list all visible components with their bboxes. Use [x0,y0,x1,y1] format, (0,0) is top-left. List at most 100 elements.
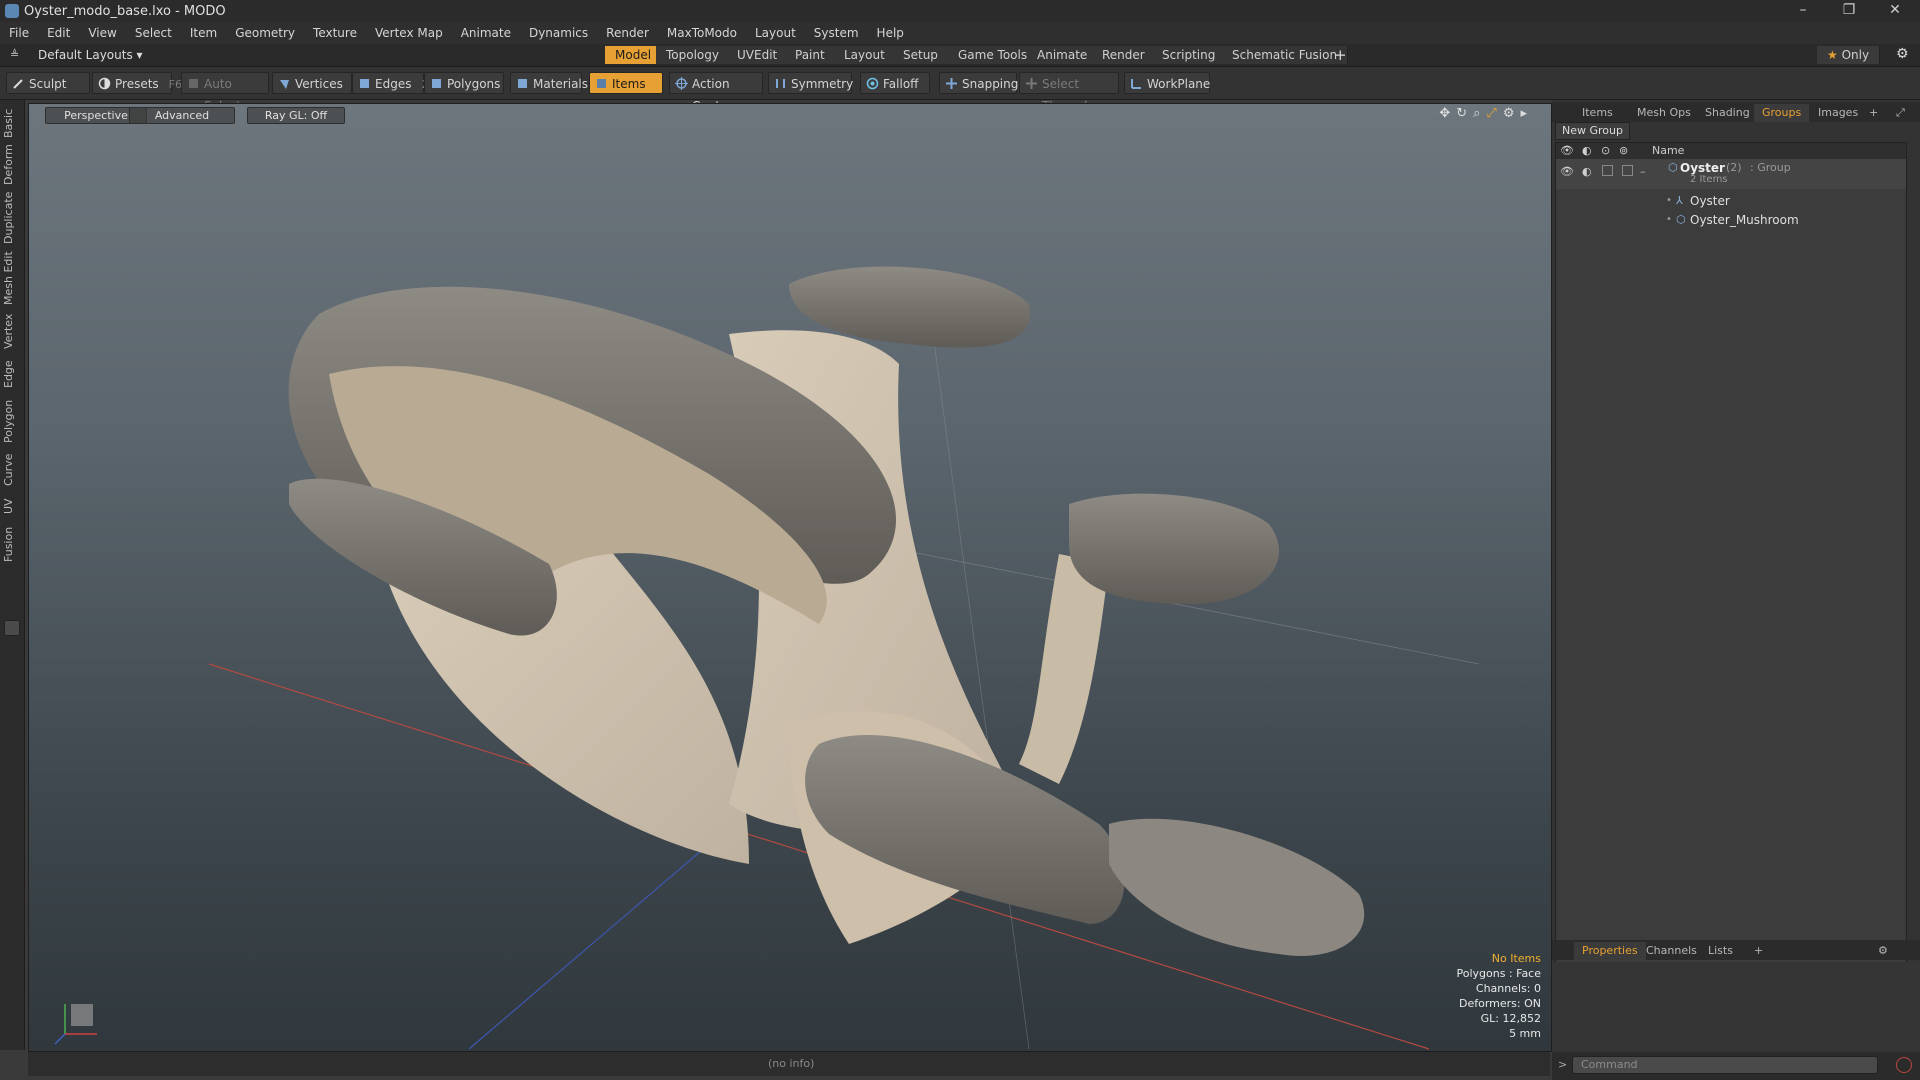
groups-list-header: 👁 ◐ ⊙ ⊚ Name [1556,143,1906,159]
sculpt-button[interactable]: Sculpt [6,72,90,94]
layout-selector[interactable]: Default Layouts ▾ [38,48,143,62]
workplane-button[interactable]: WorkPlane [1124,72,1210,94]
group-child-row[interactable]: • ⬡ Oyster_Mushroom [1556,211,1906,229]
action-center-icon [675,77,688,90]
menu-maxtomodo[interactable]: MaxToModo [658,22,746,44]
menu-file[interactable]: File [0,22,38,44]
tab-properties[interactable]: Properties [1574,942,1646,960]
tab-curve[interactable]: Curve [2,450,22,490]
menu-dynamics[interactable]: Dynamics [520,22,597,44]
mushroom-cap-shape [1109,818,1365,956]
tab-layout[interactable]: Layout [834,46,896,64]
auto-select-button[interactable]: Auto Select [181,72,269,113]
items-button[interactable]: Items [589,72,663,94]
close-icon[interactable]: ✕ [1872,0,1918,22]
add-layout-tab-icon[interactable]: + [1334,46,1347,64]
tab-channels[interactable]: Channels [1638,942,1705,960]
render-col-icon[interactable]: ◐ [1582,144,1592,157]
add-tab-icon[interactable]: + [1746,942,1771,960]
select-through-button[interactable]: Select Through [1019,72,1119,113]
action-center-button[interactable]: Action Center [669,72,763,113]
group-row-oyster[interactable]: 👁 ◐ – ⬡ Oyster (2) : Group 2 Items [1556,159,1906,189]
presets-button[interactable]: Presets F6 [92,72,182,94]
menu-item[interactable]: Item [181,22,226,44]
items-label: Items [612,77,646,91]
select-checkbox[interactable] [1622,165,1633,176]
expand-panel-icon[interactable]: ⤢ [1888,104,1913,122]
select-col-icon[interactable]: ⊚ [1619,144,1628,157]
auto-select-icon [189,79,198,88]
only-toggle[interactable]: ★ Only [1817,46,1881,64]
tab-uv[interactable]: UV [2,494,22,518]
tab-game-tools[interactable]: Game Tools [948,46,1039,64]
group-child-row[interactable]: • ⅄ Oyster [1556,192,1906,210]
panel-options-icon[interactable]: ⚙ [1870,942,1896,960]
polygons-button[interactable]: Polygons [424,72,504,94]
tab-basic[interactable]: Basic [2,106,22,140]
layout-collapse-icon[interactable]: ≜ [10,48,19,61]
render-toggle-icon[interactable]: ◐ [1582,165,1592,178]
vertices-button[interactable]: Vertices1 [272,72,360,94]
record-icon[interactable] [1896,1057,1912,1073]
snapping-button[interactable]: Snapping [939,72,1019,94]
tab-polygon[interactable]: Polygon [2,396,22,446]
tab-shading[interactable]: Shading [1697,104,1758,122]
edges-label: Edges [375,77,412,91]
materials-icon [518,79,527,88]
gear-icon[interactable]: ⚙ [1896,46,1909,62]
tab-uvedit[interactable]: UVEdit [727,46,789,64]
menu-help[interactable]: Help [868,22,913,44]
new-group-button[interactable]: New Group [1555,122,1630,140]
items-icon [597,79,606,88]
tab-fusion[interactable]: Fusion [2,522,22,566]
restore-icon[interactable]: ❐ [1826,0,1872,22]
materials-button[interactable]: Materials [510,72,588,94]
tab-duplicate[interactable]: Duplicate [2,190,22,246]
tab-topology[interactable]: Topology [656,46,730,64]
menu-geometry[interactable]: Geometry [226,22,304,44]
tab-lists[interactable]: Lists [1700,942,1741,960]
menu-system[interactable]: System [805,22,868,44]
tab-groups[interactable]: Groups [1754,104,1810,122]
symmetry-button[interactable]: Symmetry [768,72,853,94]
tab-render[interactable]: Render [1092,46,1156,64]
tab-model[interactable]: Model [605,46,663,64]
toggle-panel-icon[interactable] [4,620,20,636]
menu-render[interactable]: Render [597,22,658,44]
polygons-label: Polygons [447,77,501,91]
left-tool-tabs: Basic Deform Duplicate Mesh Edit Vertex … [0,100,25,1050]
tab-animate[interactable]: Animate [1027,46,1099,64]
lock-checkbox[interactable] [1602,165,1613,176]
command-input[interactable]: Command [1572,1056,1878,1074]
3d-viewport[interactable]: Perspective Advanced Ray GL: Off ✥↻⌕⤢⚙▸ [28,103,1552,1052]
menu-select[interactable]: Select [126,22,181,44]
tab-mesh-edit[interactable]: Mesh Edit [2,250,22,306]
visibility-col-icon[interactable]: 👁 [1560,144,1574,157]
menu-edit[interactable]: Edit [38,22,79,44]
tab-scripting[interactable]: Scripting [1152,46,1227,64]
tab-vertex[interactable]: Vertex [2,310,22,352]
right-panel-tabs: Items Mesh Ops Shading Groups Images + ⤢ [1552,102,1920,122]
tab-edge[interactable]: Edge [2,356,22,392]
edges-button[interactable]: Edges2 [352,72,428,94]
menu-texture[interactable]: Texture [304,22,366,44]
tab-deform[interactable]: Deform [2,144,22,186]
tab-mesh-ops[interactable]: Mesh Ops [1629,104,1699,122]
minimize-icon[interactable]: – [1780,0,1826,22]
collapse-icon[interactable]: – [1640,165,1646,178]
snapping-label: Snapping [962,77,1019,91]
visibility-eye-icon[interactable]: 👁 [1560,165,1574,178]
falloff-button[interactable]: Falloff [860,72,930,94]
menu-vertex-map[interactable]: Vertex Map [366,22,452,44]
lock-col-icon[interactable]: ⊙ [1601,144,1610,157]
menu-view[interactable]: View [79,22,125,44]
tab-items[interactable]: Items [1574,104,1621,122]
menu-animate[interactable]: Animate [452,22,520,44]
tab-paint[interactable]: Paint [785,46,836,64]
add-tab-icon[interactable]: + [1861,104,1886,122]
menu-layout[interactable]: Layout [746,22,805,44]
tab-setup[interactable]: Setup [893,46,949,64]
tab-schematic-fusion[interactable]: Schematic Fusion [1222,46,1349,64]
tab-images[interactable]: Images [1810,104,1866,122]
presets-label: Presets [115,77,159,91]
